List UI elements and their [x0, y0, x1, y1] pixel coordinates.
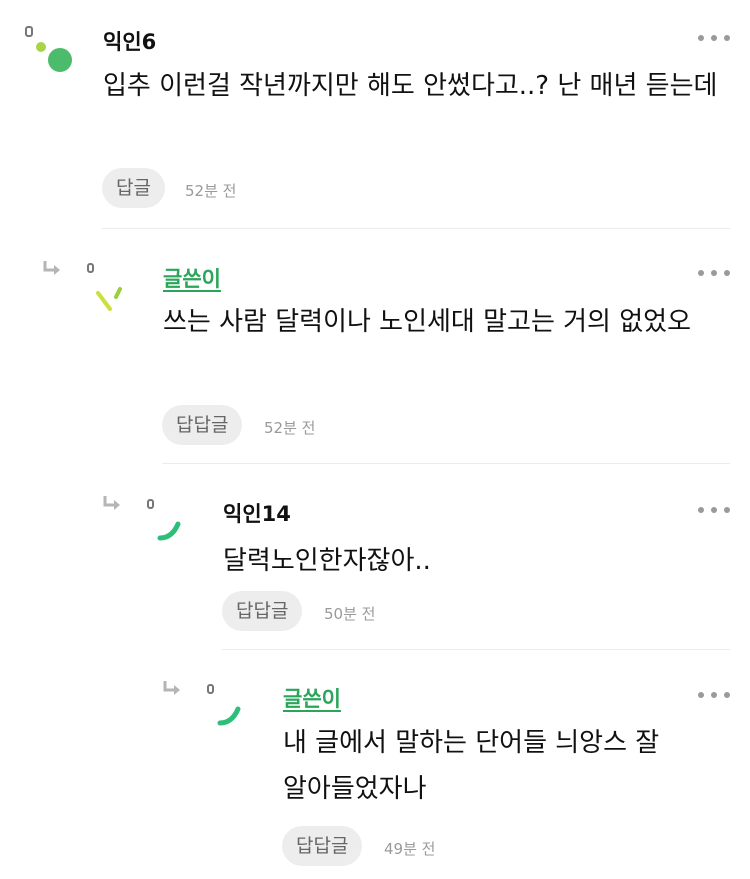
divider: [102, 228, 730, 229]
reply-comment: 글쓴이 쓰는 사람 달력이나 노인세대 말고는 거의 없었오 답답글 52분 전: [0, 230, 750, 465]
reply-arrow-icon: [42, 260, 64, 278]
more-options-icon[interactable]: [698, 505, 730, 515]
comment-text: 쓰는 사람 달력이나 노인세대 말고는 거의 없었오: [163, 307, 691, 337]
comment: 익인6 입추 이런걸 작년까지만 해도 안썼다고..? 난 매년 듣는데 답글 …: [0, 0, 750, 230]
reply-arrow-icon: [162, 680, 184, 698]
comment-text: 입추 이런걸 작년까지만 해도 안썼다고..? 난 매년 듣는데: [103, 71, 718, 101]
more-options-icon[interactable]: [698, 33, 730, 43]
comment-author[interactable]: 글쓴이: [283, 683, 341, 713]
comment-time: 52분 전: [264, 419, 316, 437]
more-options-icon[interactable]: [698, 690, 730, 700]
comment-author[interactable]: 익인14: [223, 498, 291, 528]
slashes-avatar-icon: [84, 262, 144, 322]
comment-time: 52분 전: [185, 182, 237, 200]
comment-time: 49분 전: [384, 840, 436, 858]
reply-button[interactable]: 답답글: [282, 826, 363, 866]
arc-avatar-icon: [144, 498, 204, 558]
more-options-icon[interactable]: [698, 268, 730, 278]
comment-text: 달력노인한자잖아..: [223, 546, 431, 576]
comment-time: 50분 전: [324, 605, 376, 623]
reply-comment: 글쓴이 내 글에서 말하는 단어들 늬앙스 잘 알아들었자나 답답글 49분 전: [0, 650, 750, 879]
reply-comment: 익인14 달력노인한자잖아.. 답답글 50분 전: [0, 465, 750, 650]
comment-text: 내 글에서 말하는 단어들 늬앙스 잘 알아들었자나: [283, 728, 668, 804]
comment-author[interactable]: 글쓴이: [163, 263, 221, 293]
reply-arrow-icon: [102, 495, 124, 513]
reply-button[interactable]: 답답글: [162, 405, 243, 445]
reply-button[interactable]: 답답글: [222, 591, 303, 631]
dots-avatar-icon: [22, 24, 82, 84]
comment-author[interactable]: 익인6: [103, 26, 156, 56]
reply-button[interactable]: 답글: [102, 168, 165, 208]
arc-avatar-icon: [204, 683, 264, 743]
divider: [162, 463, 730, 464]
